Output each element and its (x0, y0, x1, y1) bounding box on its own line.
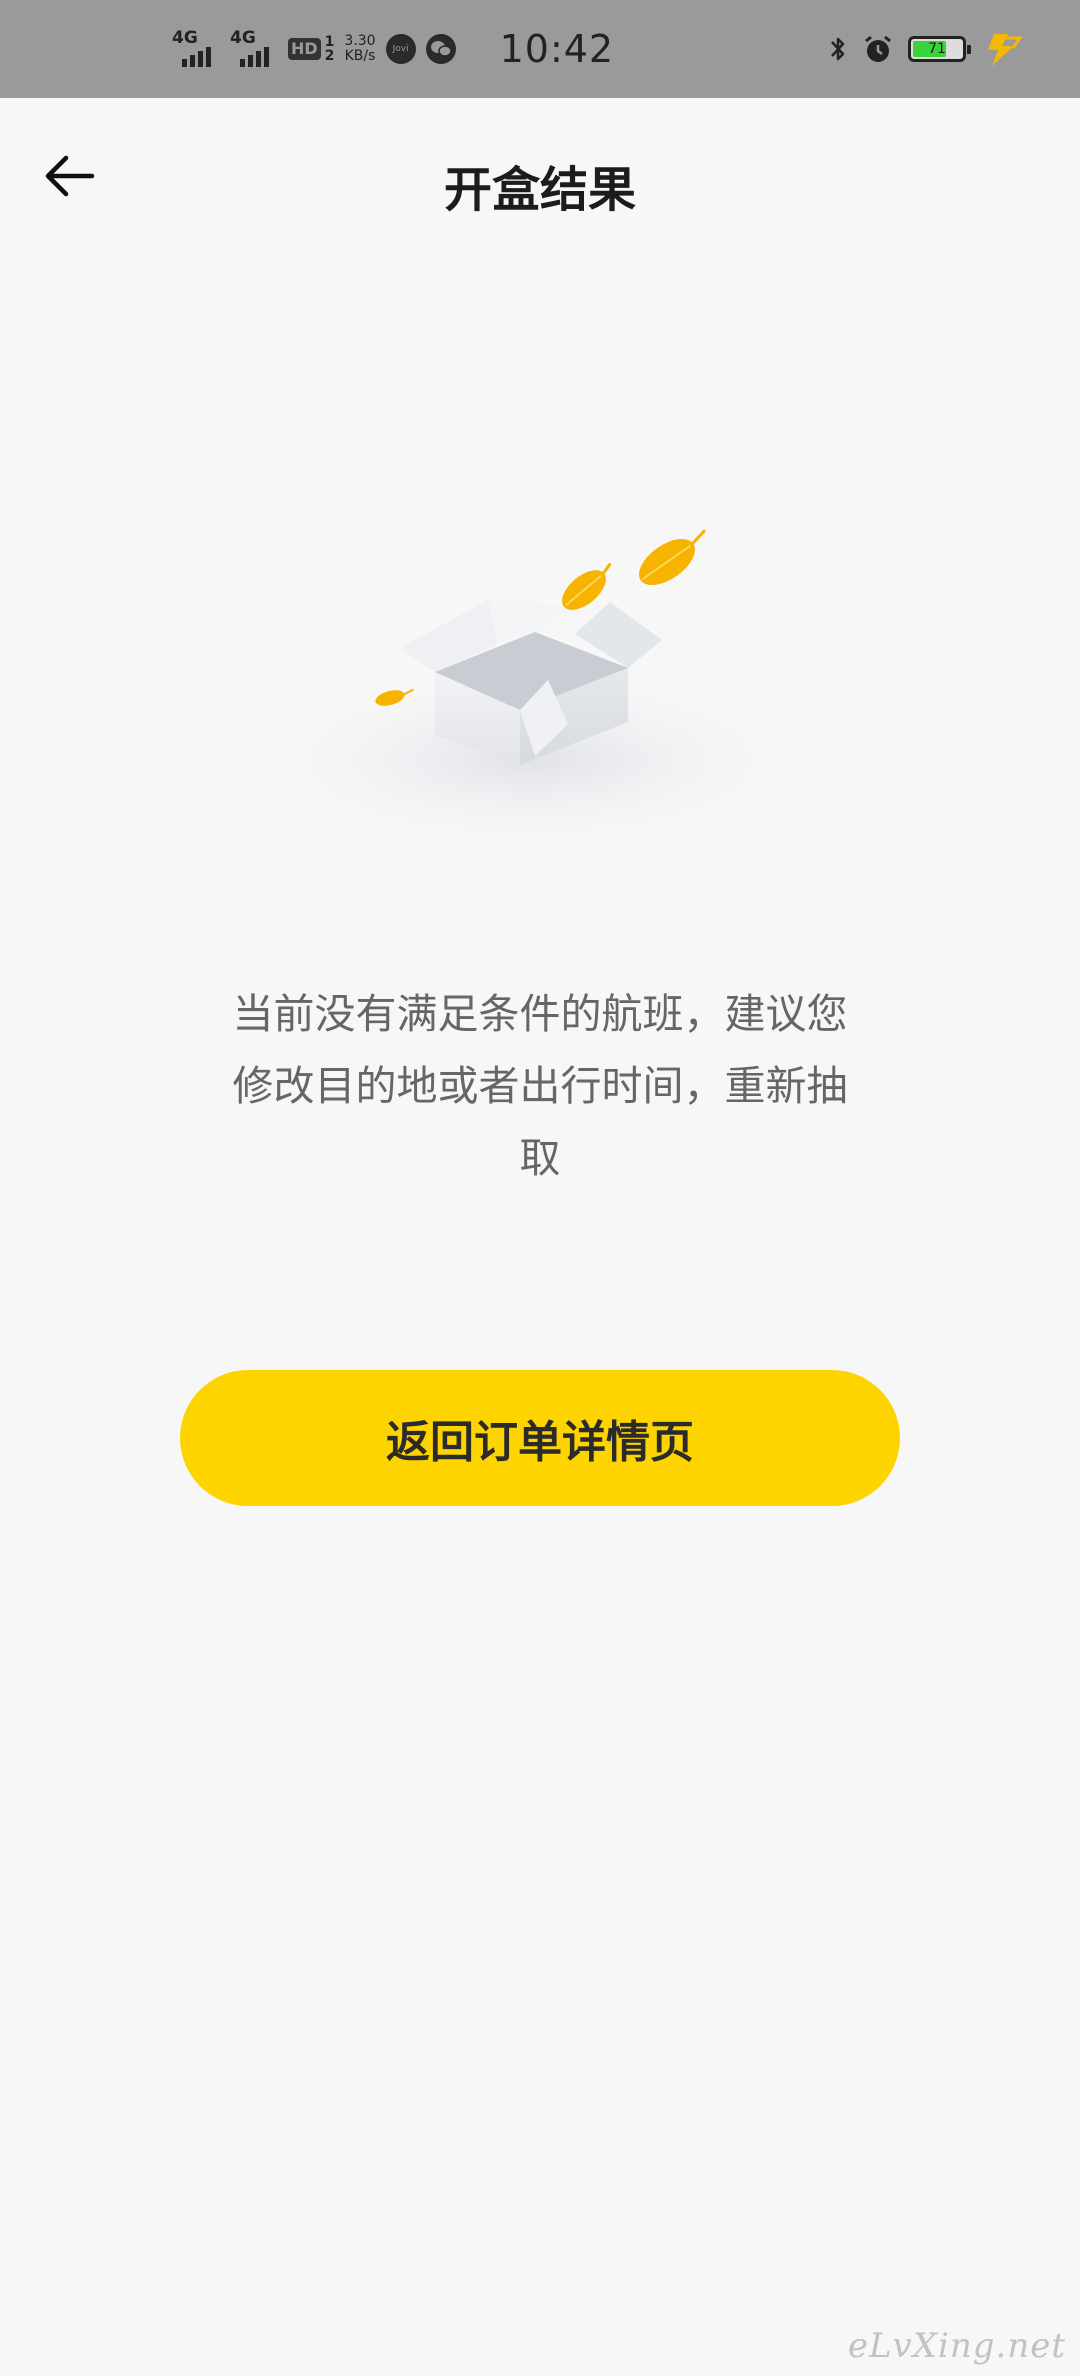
charging-icon (988, 34, 1022, 66)
return-to-order-details-button[interactable]: 返回订单详情页 (180, 1370, 900, 1506)
status-bar-right: 71 (828, 0, 1022, 98)
hd-badge: HD (288, 38, 321, 60)
bluetooth-icon (831, 37, 845, 61)
wechat-icon (425, 34, 456, 64)
leaf-large-icon (639, 529, 706, 586)
empty-state-message: 当前没有满足条件的航班，建议您修改目的地或者出行时间，重新抽取 (232, 990, 848, 1182)
signal-1-icon: 4G (172, 29, 220, 69)
alarm-icon (865, 35, 891, 62)
jovi-icon: Jovi (385, 34, 416, 64)
network-speed: 3.30 KB/s (344, 34, 375, 64)
status-bar: 4G 4G HD 1 2 3.30 KB/s Jovi 10:42 71 (0, 0, 1080, 98)
empty-box-illustration (230, 529, 830, 855)
speed-unit: KB/s (344, 48, 376, 64)
status-bar-left: 4G 4G HD 1 2 3.30 KB/s Jovi 10:42 (172, 0, 614, 98)
battery-level: 71 (928, 41, 946, 57)
signal-1-label: 4G (172, 28, 198, 48)
speed-value: 3.30 (344, 33, 376, 49)
watermark: eLvXing.net (847, 2326, 1066, 2366)
clock-time: 10:42 (499, 27, 615, 71)
nav-header: 开盒结果 (0, 98, 1080, 252)
hd-sub-label: 1 2 (324, 34, 335, 64)
battery-icon: 71 (908, 36, 971, 62)
signal-2-label: 4G (230, 28, 256, 48)
page-title: 开盒结果 (443, 162, 636, 218)
signal-2-icon: 4G (230, 29, 278, 69)
